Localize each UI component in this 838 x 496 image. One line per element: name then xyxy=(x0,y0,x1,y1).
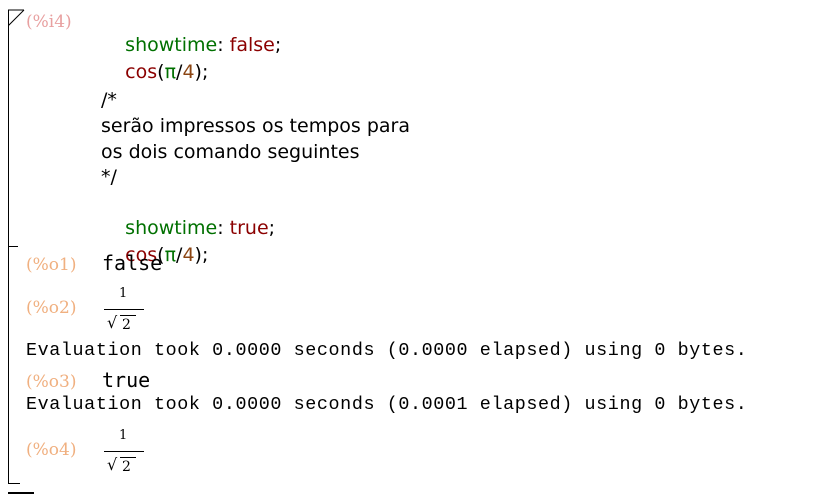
cell-bracket-output-tick xyxy=(8,246,18,247)
output-value-o1: false xyxy=(102,251,163,275)
code-pi: π xyxy=(164,244,177,266)
output-label-o4: (%o4) xyxy=(26,440,77,460)
code-comment-3: os dois comando seguintes xyxy=(101,141,360,163)
code-val: true xyxy=(229,217,269,239)
code-end: ; xyxy=(268,217,276,239)
code-pi: π xyxy=(164,61,177,83)
input-label: (%i4) xyxy=(26,12,72,32)
code-sep: : xyxy=(217,217,230,239)
code-fn: cos xyxy=(125,61,158,83)
code-num: 4 xyxy=(182,244,195,266)
output-label-o1: (%o1) xyxy=(26,255,77,275)
code-close: ); xyxy=(194,244,209,266)
fraction-numerator: 1 xyxy=(119,428,128,443)
sqrt-overline xyxy=(120,457,136,458)
cell-bracket-bottom xyxy=(8,483,20,484)
fraction-bar xyxy=(104,451,144,452)
output-label-o3: (%o3) xyxy=(26,372,77,392)
code-sep: : xyxy=(217,34,230,56)
output-value-o3: true xyxy=(102,368,151,392)
output-label-o2: (%o2) xyxy=(26,298,77,318)
code-close: ); xyxy=(194,61,209,83)
code-comment-1: /* xyxy=(101,89,117,111)
sqrt-overline xyxy=(120,315,136,316)
fraction-numerator: 1 xyxy=(119,286,128,301)
evaluation-message: Evaluation took 0.0000 seconds (0.0000 e… xyxy=(26,340,748,361)
code-line-2: cos(π/4); xyxy=(101,35,208,110)
cell-cursor-line xyxy=(8,492,34,494)
code-num: 4 xyxy=(182,61,195,83)
output-fraction-o4: 1 √ 2 xyxy=(102,428,146,484)
code-comment-4: */ xyxy=(101,166,117,188)
sqrt-radicand: 2 xyxy=(122,317,131,333)
cell-bracket-line xyxy=(8,10,9,484)
sqrt-icon: √ xyxy=(107,313,118,332)
code-end: ; xyxy=(274,34,282,56)
fraction-bar xyxy=(104,309,144,310)
output-fraction-o2: 1 √ 2 xyxy=(102,286,146,342)
sqrt-icon: √ xyxy=(107,455,118,474)
sqrt-radicand: 2 xyxy=(122,459,131,475)
code-open: ( xyxy=(157,61,165,83)
cell-bracket-input-corner[interactable] xyxy=(8,8,28,28)
code-val: false xyxy=(229,34,275,56)
evaluation-message: Evaluation took 0.0000 seconds (0.0001 e… xyxy=(26,394,748,415)
code-comment-2: serão impressos os tempos para xyxy=(101,115,410,137)
